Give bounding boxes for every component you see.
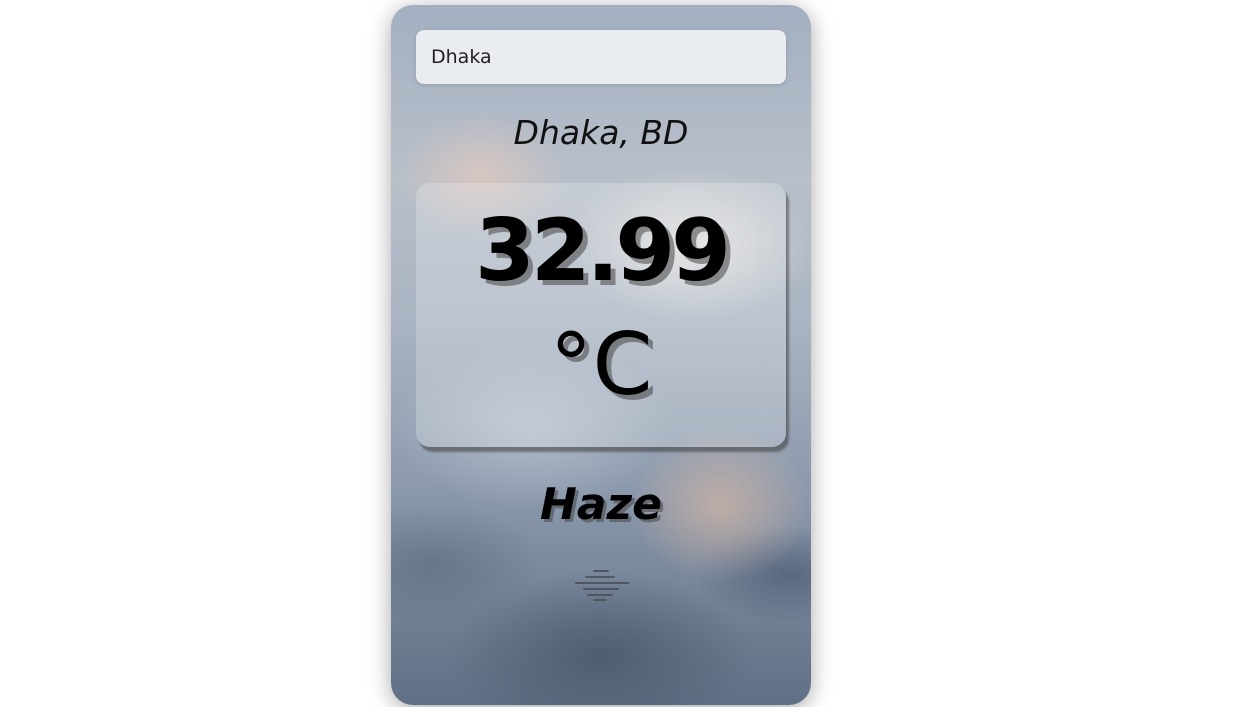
weather-condition: Haze — [540, 479, 662, 530]
haze-icon — [575, 570, 629, 601]
temperature-unit: °C — [549, 315, 653, 415]
temperature-value: 32.99 — [474, 201, 731, 301]
city-search-input[interactable] — [416, 30, 786, 84]
weather-card: Dhaka, BD 32.99 °C Haze — [391, 5, 811, 705]
temperature-box: 32.99 °C — [416, 183, 786, 447]
location-label: Dhaka, BD — [513, 113, 689, 152]
